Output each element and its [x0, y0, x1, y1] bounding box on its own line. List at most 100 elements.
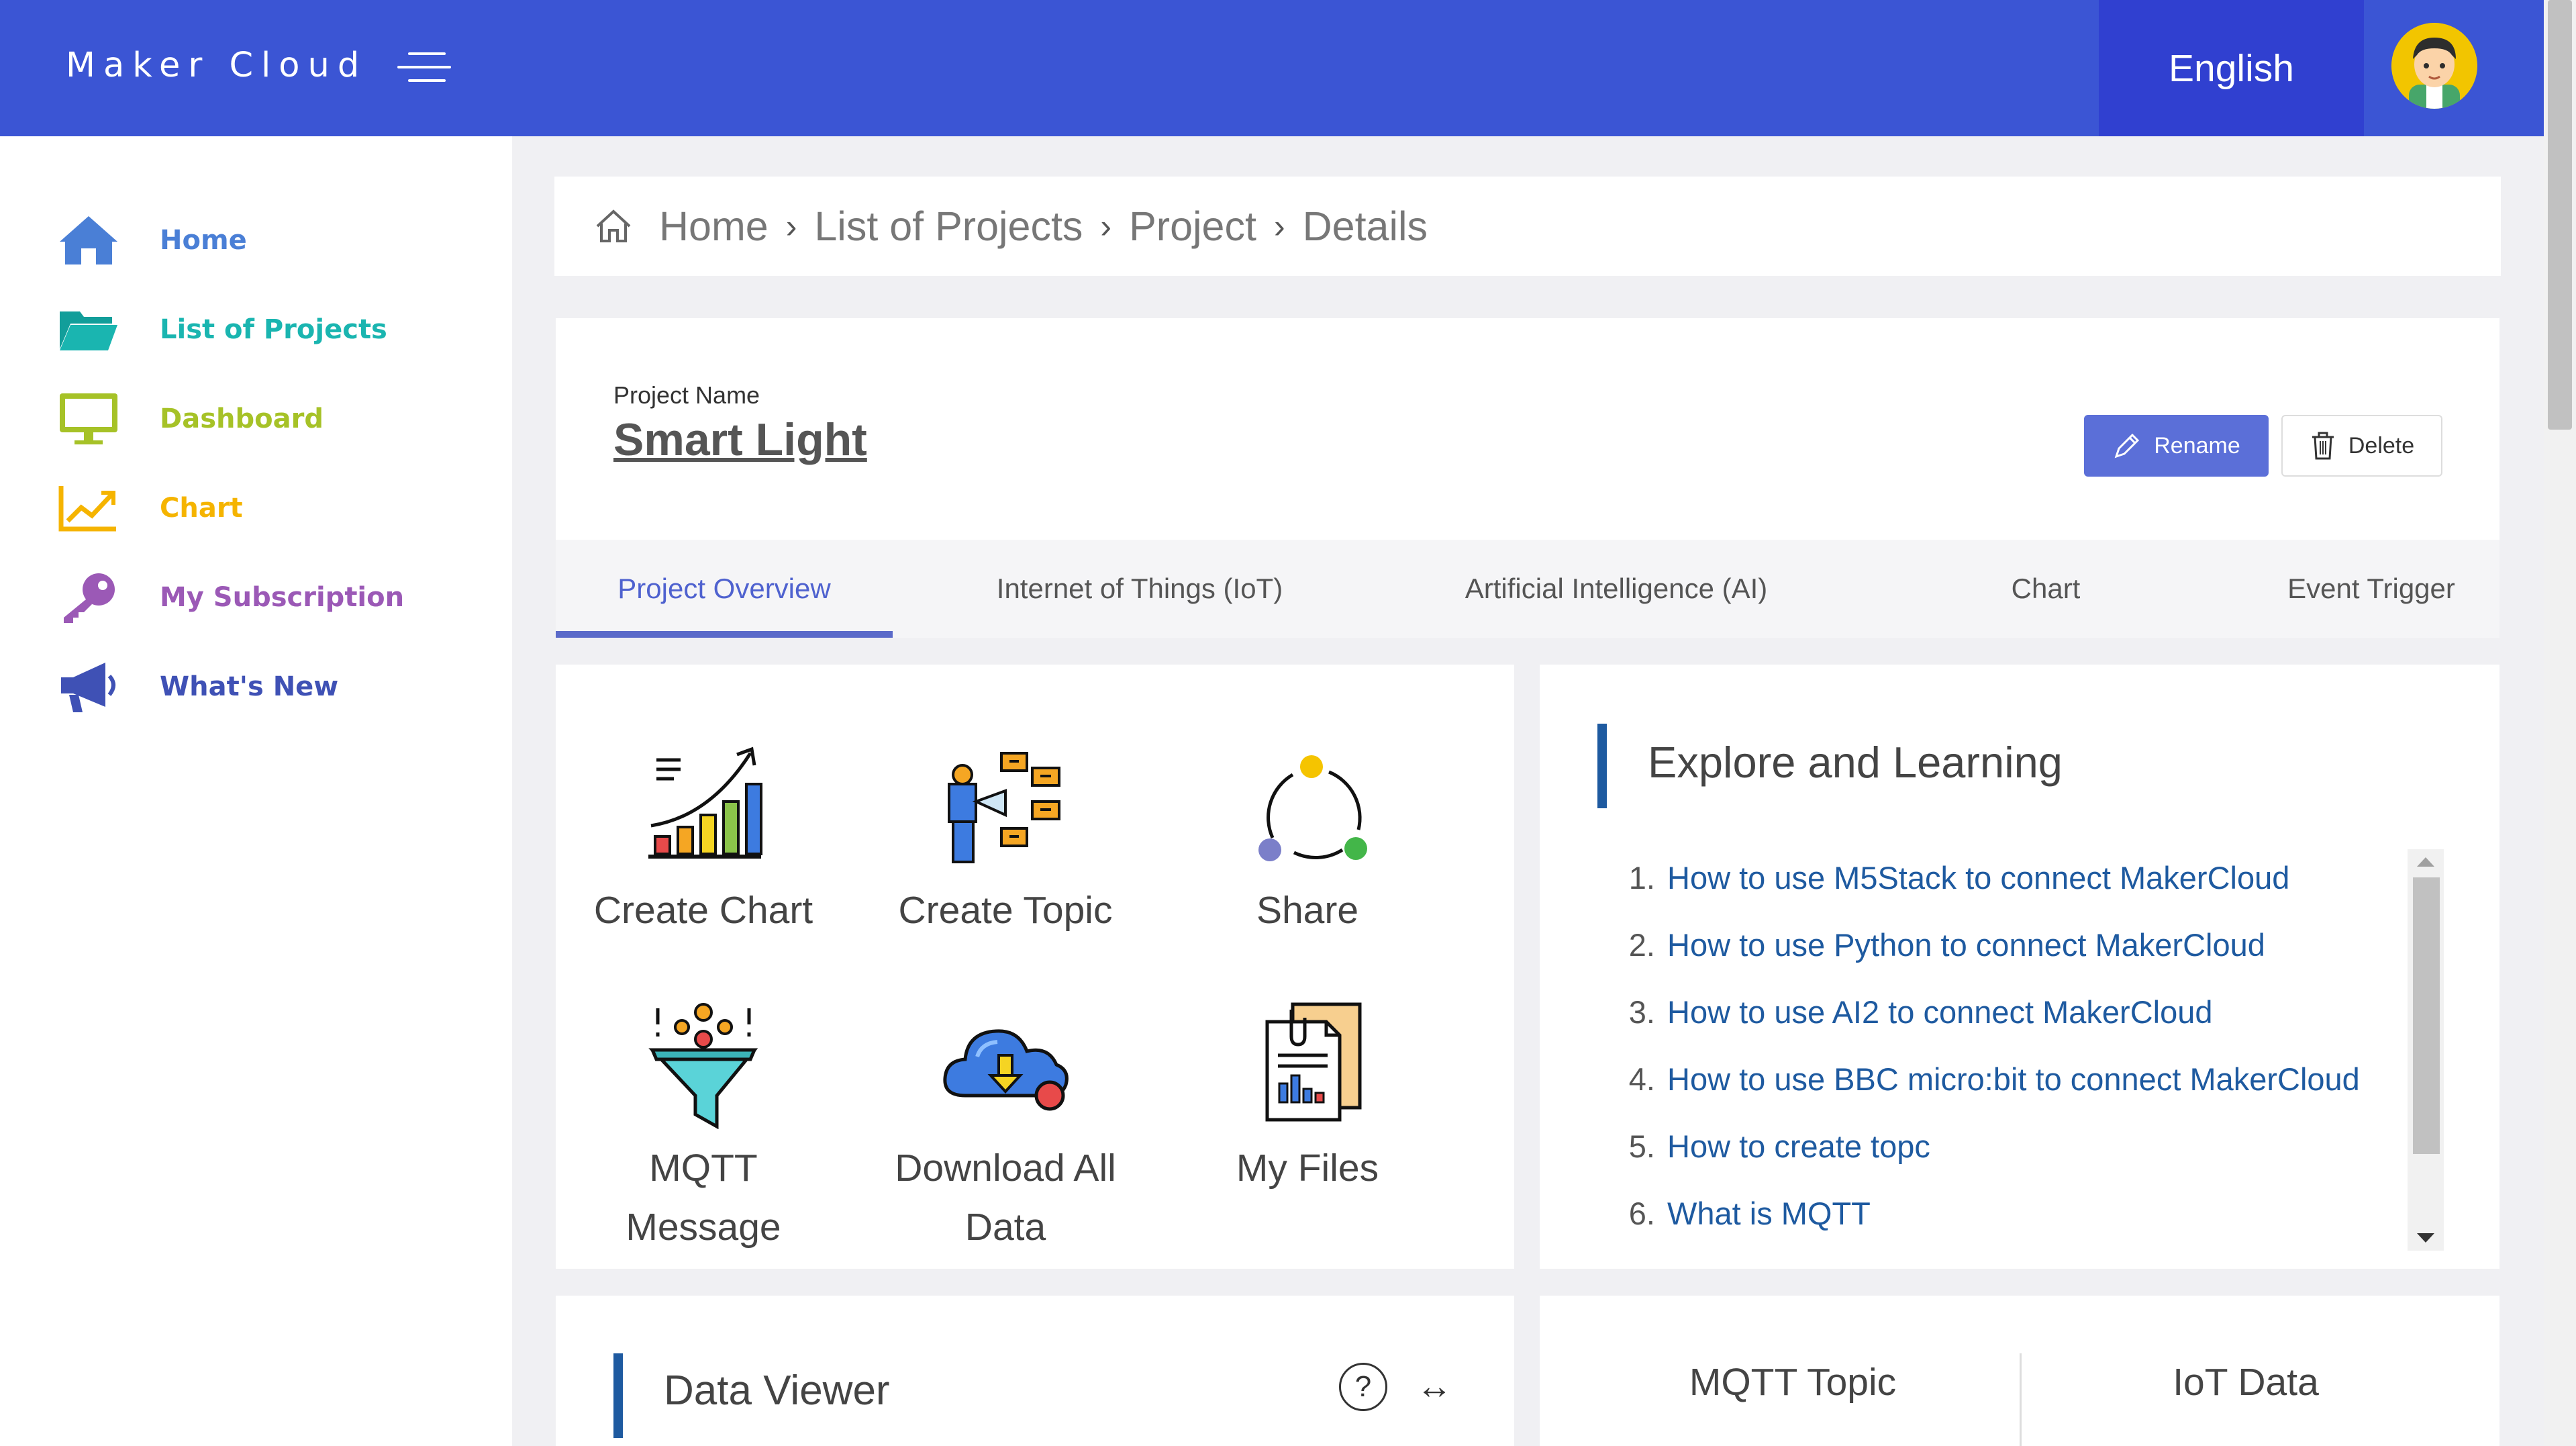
tutorial-link[interactable]: How to use Python to connect MakerCloud: [1667, 927, 2265, 963]
sidebar-item-whats-new[interactable]: What's New: [58, 657, 474, 717]
breadcrumb-home[interactable]: Home: [659, 203, 769, 250]
tutorial-link[interactable]: How to use AI2 to connect MakerCloud: [1667, 994, 2213, 1030]
list-item: 4. How to use BBC micro:bit to connect Ma…: [1620, 1061, 2360, 1098]
expand-horizontal-icon[interactable]: ↔: [1416, 1365, 1452, 1407]
download-all-data-label: Download All Data: [858, 1139, 1153, 1257]
create-chart-button[interactable]: Create Chart: [556, 737, 851, 940]
explore-title: Explore and Learning: [1648, 738, 2063, 787]
breadcrumb-project[interactable]: Project: [1129, 203, 1256, 250]
sidebar-item-dashboard[interactable]: Dashboard: [58, 389, 474, 449]
list-item-number: 3.: [1628, 994, 1655, 1030]
brand-logo[interactable]: Maker Cloud: [66, 46, 367, 85]
pencil-icon: [2112, 431, 2142, 461]
list-item-number: 2.: [1628, 927, 1655, 963]
share-button[interactable]: Share: [1160, 737, 1455, 940]
top-header: Maker Cloud English: [0, 0, 2544, 136]
create-topic-button[interactable]: Create Topic: [858, 737, 1153, 940]
tab-iot[interactable]: Internet of Things (IoT): [972, 540, 1307, 638]
my-files-label: My Files: [1236, 1147, 1379, 1190]
list-item-number: 6.: [1628, 1196, 1655, 1231]
megaphone-icon: [58, 660, 119, 714]
quick-actions-card: Create Chart Create Topic Share MQTT Mes…: [556, 665, 1514, 1269]
share-label: Share: [1256, 889, 1359, 932]
delete-button[interactable]: Delete: [2281, 415, 2442, 477]
sidebar-item-my-subscription[interactable]: My Subscription: [58, 567, 474, 628]
sidebar-item-list-of-projects[interactable]: List of Projects: [58, 299, 474, 360]
mqtt-iot-card: MQTT Topic IoT Data: [1540, 1296, 2499, 1446]
sidebar-item-label: Home: [160, 225, 247, 256]
language-selector[interactable]: English: [2099, 0, 2364, 136]
explore-scrollbar-thumb[interactable]: [2413, 877, 2440, 1154]
home-icon[interactable]: [595, 209, 632, 244]
sidebar-item-label: My Subscription: [160, 582, 405, 613]
mqtt-message-line-1: MQTT: [649, 1147, 758, 1190]
breadcrumb-list-of-projects[interactable]: List of Projects: [814, 203, 1083, 250]
sidebar-item-label: List of Projects: [160, 314, 387, 345]
mqtt-message-line-2: Message: [626, 1206, 781, 1249]
chevron-right-icon: ›: [1100, 207, 1112, 245]
tutorial-link[interactable]: What is MQTT: [1667, 1196, 1871, 1231]
tab-chart[interactable]: Chart: [1985, 540, 2106, 638]
list-item-number: 1.: [1628, 860, 1655, 896]
project-name[interactable]: Smart Light: [613, 414, 867, 466]
scroll-up-arrow-icon[interactable]: [2417, 857, 2434, 867]
files-icon: [1240, 995, 1375, 1129]
page-scrollbar[interactable]: [2544, 0, 2576, 1446]
list-item: 5. How to create topc: [1620, 1128, 1930, 1165]
mqtt-message-label: MQTT Message: [556, 1139, 851, 1257]
column-divider: [2020, 1353, 2022, 1446]
menu-toggle-icon[interactable]: [397, 51, 451, 85]
home-icon: [58, 213, 119, 267]
breadcrumb: Home › List of Projects › Project › Deta…: [554, 177, 2501, 276]
list-item-number: 5.: [1628, 1128, 1655, 1164]
key-icon: [58, 571, 119, 624]
download-all-data-button[interactable]: Download All Data: [858, 995, 1153, 1257]
data-viewer-card: Data Viewer ? ↔: [556, 1296, 1514, 1446]
topic-network-icon: [938, 737, 1073, 871]
mqtt-topic-header: MQTT Topic: [1689, 1361, 1897, 1404]
tab-project-overview[interactable]: Project Overview: [556, 540, 893, 638]
sidebar-item-chart[interactable]: Chart: [58, 478, 474, 538]
tab-event-trigger[interactable]: Event Trigger: [2254, 540, 2489, 638]
tutorial-link[interactable]: How to use BBC micro:bit to connect Make…: [1667, 1061, 2360, 1097]
chevron-right-icon: ›: [1273, 207, 1285, 245]
project-tabs: Project Overview Internet of Things (IoT…: [556, 540, 2499, 638]
download-line-2: Data: [964, 1206, 1046, 1249]
iot-data-header: IoT Data: [2173, 1361, 2319, 1404]
list-item: 6. What is MQTT: [1620, 1195, 1871, 1232]
active-tab-indicator: [556, 631, 893, 638]
page-scrollbar-thumb[interactable]: [2548, 0, 2572, 430]
list-item: 2. How to use Python to connect MakerClou…: [1620, 926, 2265, 963]
sidebar-item-label: Chart: [160, 493, 243, 524]
create-topic-label: Create Topic: [898, 889, 1113, 932]
tab-ai[interactable]: Artificial Intelligence (AI): [1428, 540, 1804, 638]
rename-button[interactable]: Rename: [2084, 415, 2269, 477]
list-item-number: 4.: [1628, 1061, 1655, 1097]
explore-learning-card: Explore and Learning 1. How to use M5Stac…: [1540, 665, 2499, 1269]
tutorial-link[interactable]: How to use M5Stack to connect MakerCloud: [1667, 860, 2289, 896]
project-card: Project Name Smart Light Rename Delete P…: [556, 318, 2499, 638]
share-icon: [1240, 737, 1375, 871]
mqtt-message-button[interactable]: MQTT Message: [556, 995, 851, 1257]
explore-list-scrollbar[interactable]: [2408, 849, 2444, 1251]
chevron-right-icon: ›: [785, 207, 797, 245]
my-files-button[interactable]: My Files: [1160, 995, 1455, 1198]
data-viewer-title: Data Viewer: [664, 1367, 890, 1414]
create-chart-label: Create Chart: [593, 889, 813, 932]
project-name-label: Project Name: [613, 381, 760, 409]
chart-line-icon: [58, 481, 119, 535]
scroll-down-arrow-icon[interactable]: [2417, 1233, 2434, 1243]
section-accent-bar: [613, 1353, 623, 1438]
section-accent-bar: [1597, 724, 1607, 808]
list-item: 1. How to use M5Stack to connect MakerClo…: [1620, 859, 2290, 896]
tutorial-link[interactable]: How to create topc: [1667, 1128, 1930, 1164]
folder-icon: [58, 303, 119, 356]
breadcrumb-details: Details: [1302, 203, 1428, 249]
sidebar-item-label: What's New: [160, 671, 339, 702]
user-avatar[interactable]: [2391, 23, 2477, 109]
delete-label: Delete: [2348, 432, 2415, 459]
sidebar-item-home[interactable]: Home: [58, 210, 474, 271]
help-icon[interactable]: ?: [1339, 1363, 1387, 1411]
sidebar: Home List of Projects Dashboard Chart My…: [0, 136, 512, 1446]
cloud-download-icon: [938, 995, 1073, 1129]
